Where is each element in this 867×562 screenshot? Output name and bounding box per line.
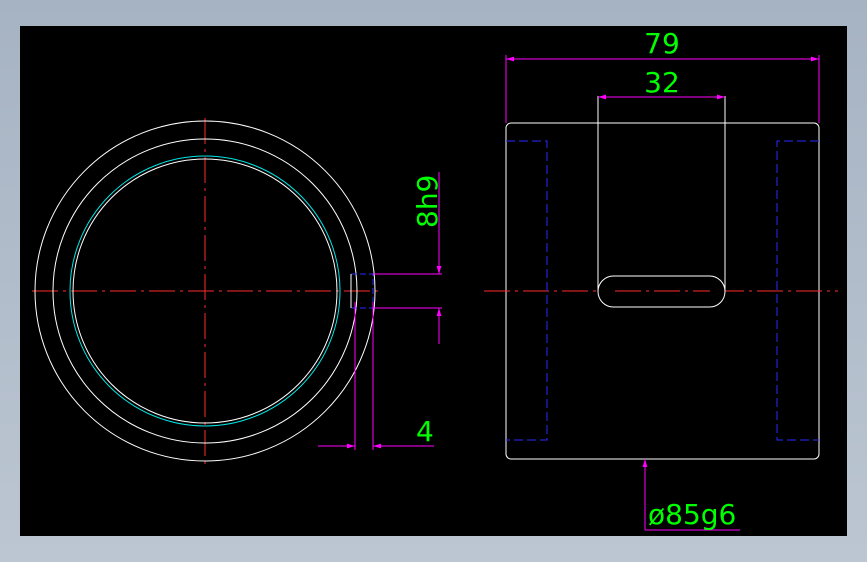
overall-width-label: 79 <box>644 27 680 60</box>
outer-diameter-label: ø85g6 <box>648 498 736 531</box>
side-view: 79 32 ø85g6 <box>484 27 838 531</box>
slot-width-label: 32 <box>644 66 680 99</box>
keyway-width-label: 8h9 <box>411 175 444 228</box>
keyway-depth-label: 4 <box>416 415 434 448</box>
cad-drawing[interactable]: 8h9 4 79 32 ø85g6 <box>0 0 867 562</box>
end-view: 8h9 4 <box>32 118 444 466</box>
